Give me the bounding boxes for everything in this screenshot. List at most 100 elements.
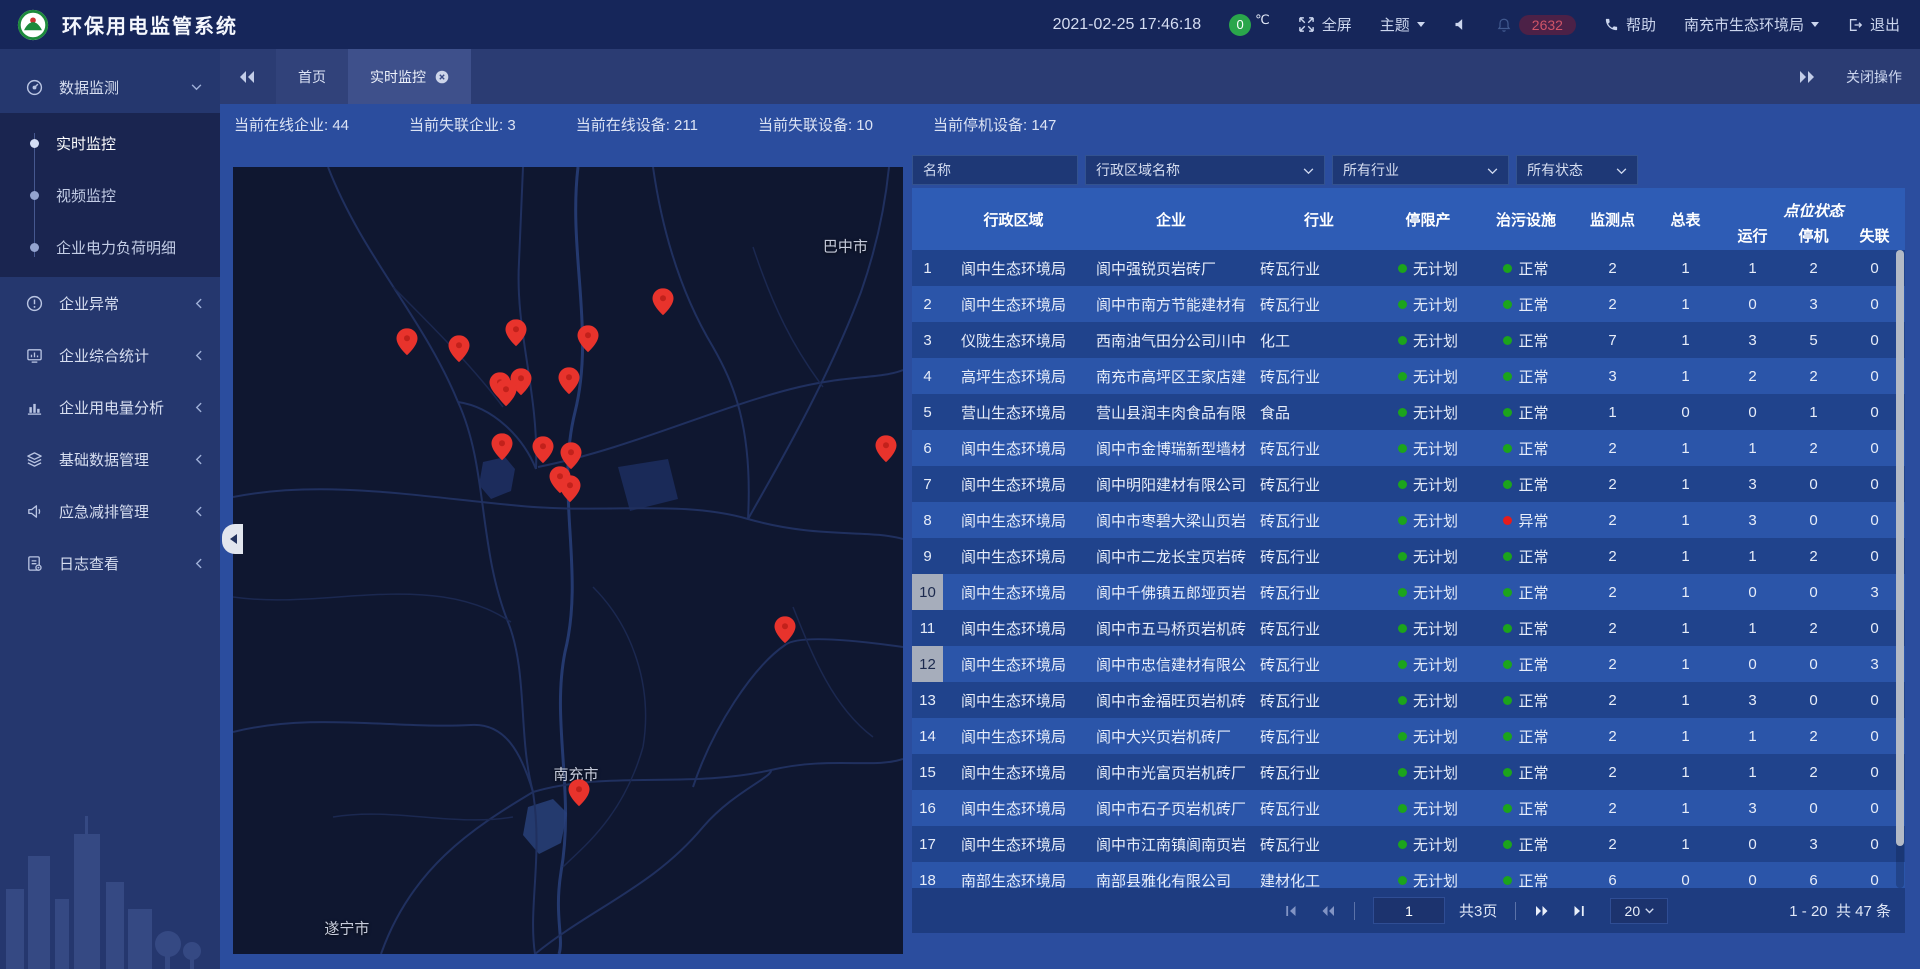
- table-row[interactable]: 10阆中生态环境局阆中千佛镇五郎垭页岩砖瓦行业无计划正常21003: [912, 574, 1905, 610]
- cell-stopped: 2: [1783, 548, 1844, 565]
- table-row[interactable]: 11阆中生态环境局阆中市五马桥页岩机砖砖瓦行业无计划正常21120: [912, 610, 1905, 646]
- col-region: 行政区域: [943, 188, 1084, 250]
- status-dot-icon: [1398, 264, 1407, 273]
- row-index: 10: [912, 574, 943, 610]
- page-size-select[interactable]: 20: [1610, 898, 1668, 924]
- status-dot-icon: [1503, 516, 1512, 525]
- row-index: 17: [912, 826, 943, 862]
- org-menu[interactable]: 南充市生态环境局: [1684, 14, 1819, 35]
- map-pin[interactable]: [560, 475, 581, 507]
- sidebar-item-base-data[interactable]: 基础数据管理: [0, 433, 220, 485]
- sidebar-subitem[interactable]: 企业电力负荷明细: [0, 221, 220, 273]
- fullscreen-button[interactable]: 全屏: [1298, 14, 1352, 35]
- table-row[interactable]: 6阆中生态环境局阆中市金博瑞新型墙材砖瓦行业无计划正常21120: [912, 430, 1905, 466]
- region-filter-select[interactable]: 行政区域名称: [1085, 155, 1325, 185]
- close-operations-button[interactable]: 关闭操作: [1846, 67, 1902, 87]
- status-filter-select[interactable]: 所有状态: [1516, 155, 1638, 185]
- tabs-scroll-right-icon[interactable]: [1798, 70, 1816, 84]
- sidebar-item-log-view[interactable]: 日志查看: [0, 537, 220, 589]
- table-row[interactable]: 17阆中生态环境局阆中市江南镇阆南页岩砖瓦行业无计划正常21030: [912, 826, 1905, 862]
- tab-实时监控[interactable]: 实时监控: [348, 49, 471, 104]
- tab-首页[interactable]: 首页: [276, 49, 348, 104]
- tabbar-right: 关闭操作: [1798, 67, 1920, 87]
- cell-run: 2: [1722, 368, 1783, 385]
- sidebar-collapse-handle[interactable]: [222, 524, 243, 554]
- table-row[interactable]: 12阆中生态环境局阆中市忠信建材有限公砖瓦行业无计划正常21003: [912, 646, 1905, 682]
- table-row[interactable]: 9阆中生态环境局阆中市二龙长宝页岩砖砖瓦行业无计划正常21120: [912, 538, 1905, 574]
- status-dot-icon: [1503, 840, 1512, 849]
- map-pin[interactable]: [449, 335, 470, 367]
- map-pin[interactable]: [653, 289, 674, 321]
- help-button[interactable]: 帮助: [1604, 14, 1656, 35]
- name-filter-input[interactable]: [912, 155, 1078, 185]
- cell-treatment: 正常: [1476, 618, 1576, 639]
- table-row[interactable]: 3仪陇生态环境局西南油气田分公司川中化工无计划正常71350: [912, 322, 1905, 358]
- cell-company: 南充市高坪区王家店建: [1084, 366, 1258, 387]
- sidebar-item-enterprise-statistics[interactable]: 企业综合统计: [0, 329, 220, 381]
- cell-industry: 砖瓦行业: [1258, 654, 1380, 675]
- map-pin[interactable]: [578, 325, 599, 357]
- table-row[interactable]: 2阆中生态环境局阆中市南方节能建材有砖瓦行业无计划正常21030: [912, 286, 1905, 322]
- sidebar-item-data-monitoring[interactable]: 数据监测: [0, 61, 220, 113]
- map-pin[interactable]: [533, 436, 554, 468]
- cell-treatment: 正常: [1476, 582, 1576, 603]
- sidebar-subitem[interactable]: 视频监控: [0, 169, 220, 221]
- table-row[interactable]: 15阆中生态环境局阆中市光富页岩机砖厂砖瓦行业无计划正常21120: [912, 754, 1905, 790]
- speaker-button[interactable]: [1453, 17, 1468, 32]
- temperature-unit: ℃: [1255, 12, 1270, 28]
- map-pin[interactable]: [569, 780, 590, 812]
- map-pin[interactable]: [492, 433, 513, 465]
- map-pin[interactable]: [775, 617, 796, 649]
- sidebar-item-enterprise-abnormal[interactable]: 企业异常: [0, 277, 220, 329]
- notification-bell[interactable]: 2632: [1496, 15, 1576, 35]
- cell-region: 阆中生态环境局: [943, 762, 1084, 783]
- industry-filter-select[interactable]: 所有行业: [1332, 155, 1509, 185]
- cell-run: 1: [1722, 764, 1783, 781]
- table-row[interactable]: 4高坪生态环境局南充市高坪区王家店建砖瓦行业无计划正常31220: [912, 358, 1905, 394]
- map-pin[interactable]: [875, 436, 896, 468]
- last-page-button[interactable]: [1572, 904, 1586, 918]
- page-title: 环保用电监管系统: [62, 10, 238, 39]
- table-row[interactable]: 16阆中生态环境局阆中市石子页岩机砖厂砖瓦行业无计划正常21300: [912, 790, 1905, 826]
- table-row[interactable]: 8阆中生态环境局阆中市枣碧大梁山页岩砖瓦行业无计划异常21300: [912, 502, 1905, 538]
- tab-close-icon[interactable]: [435, 70, 449, 84]
- first-page-button[interactable]: [1284, 904, 1298, 918]
- row-index: 3: [912, 322, 943, 358]
- table-row[interactable]: 18南部生态环境局南部县雅化有限公司建材化工无计划正常60060: [912, 862, 1905, 888]
- table-row[interactable]: 13阆中生态环境局阆中市金福旺页岩机砖砖瓦行业无计划正常21300: [912, 682, 1905, 718]
- app-root: 环保用电监管系统 2021-02-25 17:46:18 0 ℃ 全屏 主题 2…: [0, 0, 1920, 969]
- cell-stop-limit: 无计划: [1380, 690, 1476, 711]
- map-pin[interactable]: [496, 379, 517, 411]
- next-page-button[interactable]: [1534, 904, 1550, 918]
- map-pin[interactable]: [505, 319, 526, 351]
- cell-stopped: 3: [1783, 836, 1844, 853]
- status-dot-icon: [1398, 732, 1407, 741]
- sidebar-item-power-usage-analysis[interactable]: 企业用电量分析: [0, 381, 220, 433]
- scrollbar-thumb[interactable]: [1896, 250, 1904, 846]
- cell-treatment: 正常: [1476, 330, 1576, 351]
- exit-button[interactable]: 退出: [1847, 14, 1900, 35]
- map-panel[interactable]: 巴中市南充市遂宁市: [233, 167, 903, 954]
- tabs-scroll-left-icon[interactable]: [238, 70, 256, 84]
- cell-stop-limit: 无计划: [1380, 294, 1476, 315]
- cell-total-meter: 1: [1649, 620, 1722, 637]
- cell-company: 阆中市石子页岩机砖厂: [1084, 798, 1258, 819]
- prev-page-button[interactable]: [1320, 904, 1336, 918]
- row-index: 5: [912, 394, 943, 430]
- cell-run: 1: [1722, 260, 1783, 277]
- table-row[interactable]: 14阆中生态环境局阆中大兴页岩机砖厂砖瓦行业无计划正常21120: [912, 718, 1905, 754]
- table-row[interactable]: 5营山生态环境局营山县润丰肉食品有限食品无计划正常10010: [912, 394, 1905, 430]
- table-row[interactable]: 7阆中生态环境局阆中明阳建材有限公司砖瓦行业无计划正常21300: [912, 466, 1905, 502]
- cell-stop-limit: 无计划: [1380, 258, 1476, 279]
- cell-total-meter: 1: [1649, 728, 1722, 745]
- map-pin[interactable]: [397, 328, 418, 360]
- sidebar-subitem[interactable]: 实时监控: [0, 117, 220, 169]
- page-number-input[interactable]: [1373, 897, 1445, 924]
- status-dot-icon: [1398, 696, 1407, 705]
- table-row[interactable]: 1阆中生态环境局阆中强锐页岩砖厂砖瓦行业无计划正常21120: [912, 250, 1905, 286]
- cell-region: 高坪生态环境局: [943, 366, 1084, 387]
- map-pin[interactable]: [558, 367, 579, 399]
- sidebar-item-emergency-reduction[interactable]: 应急减排管理: [0, 485, 220, 537]
- cell-monitor-points: 2: [1576, 728, 1649, 745]
- theme-menu[interactable]: 主题: [1380, 14, 1425, 35]
